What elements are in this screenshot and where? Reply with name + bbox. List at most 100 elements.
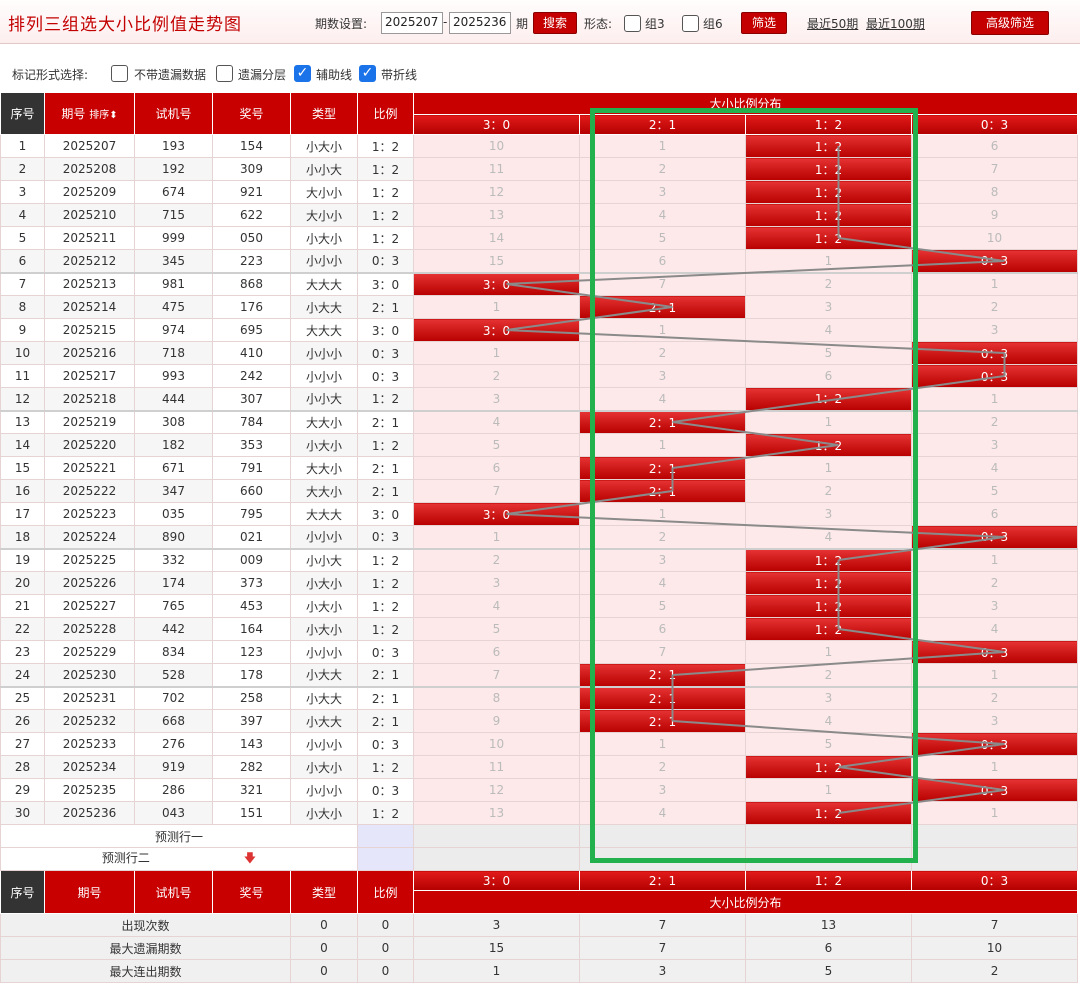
col-header-issue[interactable]: 期号 排序⬍ xyxy=(44,92,135,135)
predict-cell[interactable] xyxy=(579,824,746,848)
row-ratio: 0：3 xyxy=(357,341,414,365)
predict-cell[interactable] xyxy=(745,847,912,871)
row-type: 大小小 xyxy=(290,180,358,204)
hit-cell: 1：2 xyxy=(745,433,912,457)
dist-col-2-1: 2：1 xyxy=(579,114,746,135)
row-issue: 2025211 xyxy=(44,226,135,250)
period-to-input[interactable]: 2025236 xyxy=(449,12,511,34)
stat-label: 出现次数 xyxy=(0,913,291,937)
predict-cell[interactable] xyxy=(413,824,580,848)
row-issue: 2025229 xyxy=(44,640,135,664)
row-issue: 2025219 xyxy=(44,409,135,434)
row-trial: 919 xyxy=(134,755,213,779)
table-row: 7 2025213 981 868 大大大 3：0 3：0 7 2 1 xyxy=(0,271,1079,296)
hit-cell: 1：2 xyxy=(745,134,912,158)
row-prize: 353 xyxy=(212,433,291,457)
footer-header-trial: 试机号 xyxy=(134,870,213,914)
hit-cell: 1：2 xyxy=(745,226,912,250)
miss-cell: 7 xyxy=(579,640,746,664)
row-seq: 4 xyxy=(0,203,45,227)
hit-cell: 2：1 xyxy=(579,479,746,503)
hit-cell: 2：1 xyxy=(579,456,746,480)
row-trial: 444 xyxy=(134,387,213,411)
miss-cell: 4 xyxy=(745,318,912,342)
predict-cell[interactable] xyxy=(910,847,1079,871)
row-ratio: 3：0 xyxy=(357,318,414,342)
row-prize: 791 xyxy=(212,456,291,480)
period-from-input[interactable]: 2025207 xyxy=(381,12,443,34)
miss-cell: 1 xyxy=(910,755,1079,779)
row-ratio: 0：3 xyxy=(357,525,414,549)
row-trial: 347 xyxy=(134,479,213,503)
row-prize: 410 xyxy=(212,341,291,365)
miss-cell: 2 xyxy=(413,547,580,572)
row-seq: 6 xyxy=(0,249,45,273)
row-type: 小小大 xyxy=(290,157,358,181)
hit-cell: 2：1 xyxy=(579,709,746,733)
row-trial: 993 xyxy=(134,364,213,388)
stat-ratio: 0 xyxy=(357,913,414,937)
predict-cell[interactable] xyxy=(745,824,912,848)
row-type: 小小小 xyxy=(290,640,358,664)
sort-control[interactable]: 排序⬍ xyxy=(89,110,117,121)
miss-cell: 1 xyxy=(910,387,1079,411)
miss-cell: 8 xyxy=(910,180,1079,204)
row-trial: 999 xyxy=(134,226,213,250)
miss-cell: 5 xyxy=(745,341,912,365)
table-row: 29 2025235 286 321 小小小 0：3 12 3 1 0：3 xyxy=(0,778,1079,802)
row-ratio: 0：3 xyxy=(357,732,414,756)
miss-cell: 7 xyxy=(413,479,580,503)
footer-header-prize: 奖号 xyxy=(212,870,291,914)
miss-cell: 9 xyxy=(413,709,580,733)
arrow-down-icon[interactable]: 🡇 xyxy=(244,851,256,865)
miss-cell: 3 xyxy=(745,502,912,526)
no-miss-data-checkbox[interactable] xyxy=(111,65,128,82)
miss-cell: 7 xyxy=(579,271,746,296)
miss-cell: 1 xyxy=(579,502,746,526)
advanced-filter-button[interactable]: 高级筛选 xyxy=(971,11,1049,35)
row-ratio: 1：2 xyxy=(357,387,414,411)
row-trial: 345 xyxy=(134,249,213,273)
predict-row-label-text: 预测行二 xyxy=(101,850,150,865)
hit-cell: 3：0 xyxy=(413,318,580,342)
hit-cell: 0：3 xyxy=(910,732,1079,756)
miss-cell: 3 xyxy=(910,318,1079,342)
row-seq: 24 xyxy=(0,663,45,687)
hit-cell: 1：2 xyxy=(745,547,912,572)
group3-checkbox[interactable] xyxy=(624,15,641,32)
guide-line-checkbox[interactable]: ✓ xyxy=(294,65,311,82)
hit-cell: 0：3 xyxy=(910,778,1079,802)
row-prize: 921 xyxy=(212,180,291,204)
miss-cell: 4 xyxy=(745,525,912,549)
recent-100-link[interactable]: 最近100期 xyxy=(866,15,925,32)
row-issue: 2025226 xyxy=(44,571,135,595)
predict-cell[interactable] xyxy=(910,824,1079,848)
miss-layer-checkbox[interactable] xyxy=(216,65,233,82)
miss-cell: 5 xyxy=(579,226,746,250)
predict-cell[interactable] xyxy=(357,824,414,848)
row-ratio: 0：3 xyxy=(357,640,414,664)
row-issue: 2025231 xyxy=(44,685,135,710)
row-ratio: 2：1 xyxy=(357,295,414,319)
row-type: 小小小 xyxy=(290,249,358,273)
row-type: 小大小 xyxy=(290,226,358,250)
stat-row: 最大遗漏期数 0 0 15 7 6 10 xyxy=(0,936,1079,960)
miss-cell: 4 xyxy=(413,409,580,434)
filter-button[interactable]: 筛选 xyxy=(741,12,787,34)
predict-cell[interactable] xyxy=(357,847,414,871)
predict-cell[interactable] xyxy=(579,847,746,871)
footer-dist-col-1-2: 1：2 xyxy=(745,870,912,891)
polyline-checkbox[interactable]: ✓ xyxy=(359,65,376,82)
predict-cell[interactable] xyxy=(413,847,580,871)
footer-header-ratio: 比例 xyxy=(357,870,414,914)
col-header-type: 类型 xyxy=(290,92,358,135)
row-ratio: 3：0 xyxy=(357,271,414,296)
recent-50-link[interactable]: 最近50期 xyxy=(807,15,858,32)
group6-checkbox[interactable] xyxy=(682,15,699,32)
table-row: 23 2025229 834 123 小小小 0：3 6 7 1 0：3 xyxy=(0,640,1079,664)
row-seq: 15 xyxy=(0,456,45,480)
footer-header-issue: 期号 xyxy=(44,870,135,914)
search-button[interactable]: 搜索 xyxy=(533,12,577,34)
row-ratio: 0：3 xyxy=(357,249,414,273)
row-seq: 27 xyxy=(0,732,45,756)
